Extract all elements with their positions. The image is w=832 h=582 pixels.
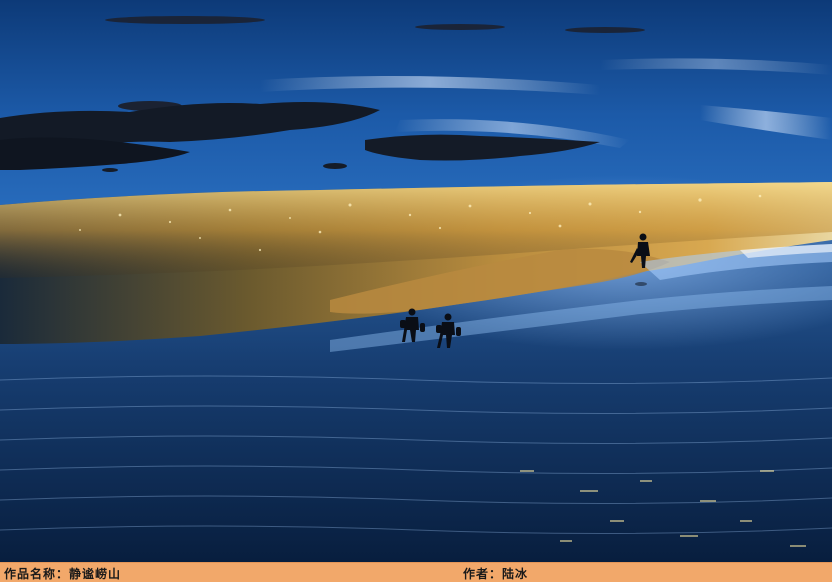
work-title-label: 作品名称： bbox=[4, 567, 70, 581]
author-label: 作者： bbox=[463, 567, 503, 581]
photo-frame: 作品名称：静谧崂山 作者：陆冰 bbox=[0, 0, 832, 582]
author-credit: 作者：陆冰 bbox=[463, 565, 528, 582]
work-title: 作品名称：静谧崂山 bbox=[4, 565, 121, 582]
tidal-flat-photo bbox=[0, 0, 832, 562]
work-title-value: 静谧崂山 bbox=[69, 567, 122, 581]
caption-bar: 作品名称：静谧崂山 作者：陆冰 bbox=[0, 562, 832, 582]
author-name: 陆冰 bbox=[502, 567, 529, 581]
photo-illustration bbox=[0, 0, 832, 562]
